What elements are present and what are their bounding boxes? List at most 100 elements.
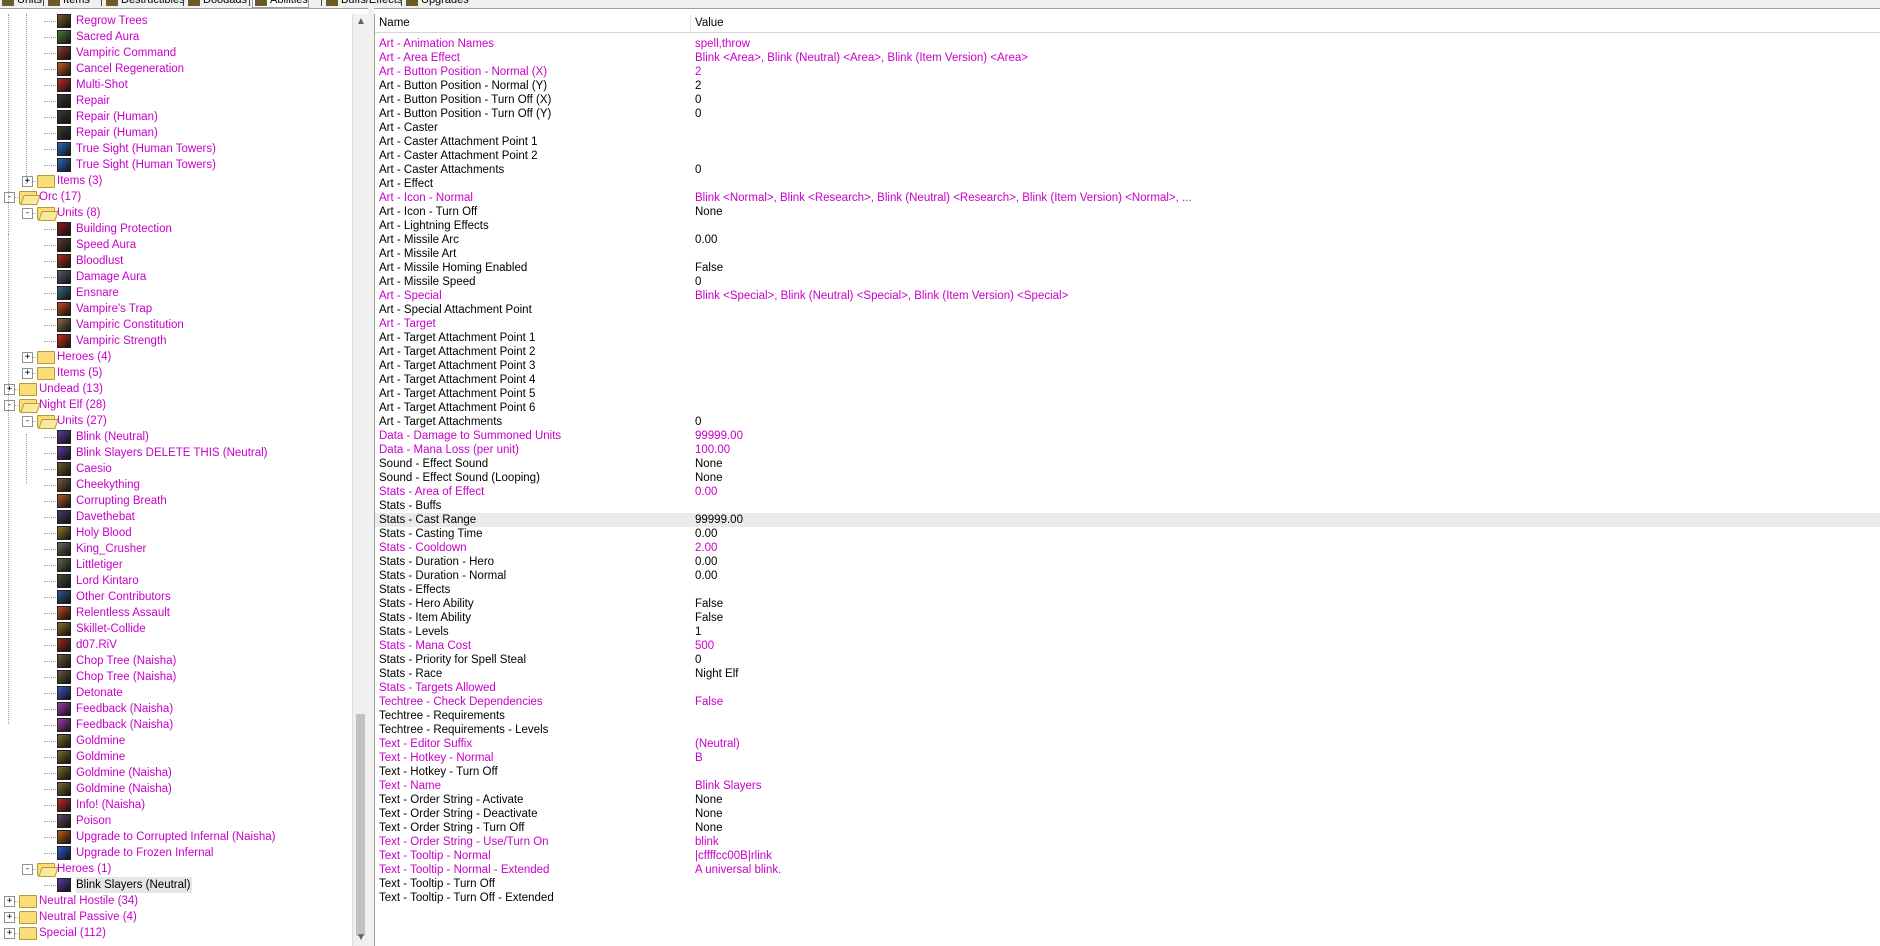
- field-value[interactable]: B: [695, 751, 703, 765]
- collapse-icon[interactable]: -: [4, 192, 15, 203]
- expand-icon[interactable]: +: [4, 896, 15, 907]
- field-grid[interactable]: Name Value Art - Animation Names spell,th…: [374, 14, 1880, 946]
- tree-item[interactable]: Blink Slayers DELETE THIS (Neutral): [76, 445, 268, 461]
- field-row[interactable]: Stats - Mana Cost 500: [375, 639, 1880, 653]
- tree-item[interactable]: Feedback (Naisha): [76, 717, 173, 733]
- tree-item[interactable]: Repair: [76, 93, 110, 109]
- field-row[interactable]: Text - Name Blink Slayers: [375, 779, 1880, 793]
- tree-folder[interactable]: Heroes (1): [57, 861, 111, 877]
- tab-upgrades[interactable]: Upgrades: [404, 0, 469, 7]
- field-value[interactable]: 0: [695, 653, 701, 667]
- field-row[interactable]: Techtree - Requirements - Levels: [375, 723, 1880, 737]
- field-value[interactable]: False: [695, 597, 723, 611]
- field-row[interactable]: Art - Target Attachment Point 1: [375, 331, 1880, 345]
- field-row[interactable]: Stats - Area of Effect 0.00: [375, 485, 1880, 499]
- field-row[interactable]: Sound - Effect Sound (Looping) None: [375, 471, 1880, 485]
- tree-item[interactable]: Repair (Human): [76, 125, 158, 141]
- tree-item[interactable]: Poison: [76, 813, 111, 829]
- expand-icon[interactable]: +: [22, 368, 33, 379]
- field-row[interactable]: Text - Editor Suffix (Neutral): [375, 737, 1880, 751]
- field-row[interactable]: Text - Tooltip - Normal |cffffcc00B|rlink: [375, 849, 1880, 863]
- field-value[interactable]: Blink <Area>, Blink (Neutral) <Area>, Bl…: [695, 51, 1028, 65]
- field-value[interactable]: None: [695, 807, 723, 821]
- tree-folder[interactable]: Heroes (4): [57, 349, 111, 365]
- field-value[interactable]: 0: [695, 93, 701, 107]
- field-row[interactable]: Art - Target Attachment Point 2: [375, 345, 1880, 359]
- tab-buffs-effects[interactable]: Buffs/Effects: [324, 0, 402, 7]
- field-row[interactable]: Art - Caster Attachments 0: [375, 163, 1880, 177]
- tree-item[interactable]: Bloodlust: [76, 253, 123, 269]
- scroll-thumb[interactable]: [356, 714, 365, 936]
- tree-folder[interactable]: Units (8): [57, 205, 100, 221]
- tree-folder[interactable]: Undead (13): [39, 381, 103, 397]
- field-value[interactable]: 2: [695, 79, 701, 93]
- field-value[interactable]: None: [695, 471, 723, 485]
- field-value[interactable]: Blink <Normal>, Blink <Research>, Blink …: [695, 191, 1192, 205]
- field-row[interactable]: Techtree - Requirements: [375, 709, 1880, 723]
- field-value[interactable]: 0: [695, 163, 701, 177]
- field-value[interactable]: 0.00: [695, 527, 717, 541]
- tree-folder[interactable]: Neutral Hostile (34): [39, 893, 138, 909]
- tree-item[interactable]: Vampire's Trap: [76, 301, 152, 317]
- field-row[interactable]: Stats - Levels 1: [375, 625, 1880, 639]
- field-row[interactable]: Art - Missile Art: [375, 247, 1880, 261]
- field-row[interactable]: Art - Icon - Normal Blink <Normal>, Blink…: [375, 191, 1880, 205]
- tree-item[interactable]: True Sight (Human Towers): [76, 157, 216, 173]
- object-tree[interactable]: Regrow Trees Sacred Aura Vampiric Command C…: [0, 14, 352, 946]
- field-value[interactable]: None: [695, 793, 723, 807]
- tree-item[interactable]: Caesio: [76, 461, 112, 477]
- tree-item[interactable]: Vampiric Command: [76, 45, 176, 61]
- field-row[interactable]: Art - Target Attachment Point 5: [375, 387, 1880, 401]
- field-row[interactable]: Text - Order String - Use/Turn On blink: [375, 835, 1880, 849]
- field-row[interactable]: Art - Missile Speed 0: [375, 275, 1880, 289]
- collapse-icon[interactable]: -: [4, 400, 15, 411]
- field-row[interactable]: Stats - Buffs: [375, 499, 1880, 513]
- field-row[interactable]: Stats - Targets Allowed: [375, 681, 1880, 695]
- tree-folder[interactable]: Units (27): [57, 413, 107, 429]
- tree-item[interactable]: Multi-Shot: [76, 77, 128, 93]
- tree-item[interactable]: Feedback (Naisha): [76, 701, 173, 717]
- field-value[interactable]: Night Elf: [695, 667, 738, 681]
- field-row[interactable]: Art - Missile Arc 0.00: [375, 233, 1880, 247]
- scroll-up-arrow[interactable]: ▲: [353, 14, 369, 30]
- field-row[interactable]: Art - Caster Attachment Point 2: [375, 149, 1880, 163]
- field-value[interactable]: 100.00: [695, 443, 730, 457]
- field-value[interactable]: Blink Slayers: [695, 779, 761, 793]
- tree-item[interactable]: Speed Aura: [76, 237, 136, 253]
- field-row[interactable]: Art - Button Position - Turn Off (Y) 0: [375, 107, 1880, 121]
- expand-icon[interactable]: +: [22, 352, 33, 363]
- field-row[interactable]: Data - Damage to Summoned Units 99999.00: [375, 429, 1880, 443]
- collapse-icon[interactable]: -: [22, 864, 33, 875]
- field-row[interactable]: Art - Area Effect Blink <Area>, Blink (Ne…: [375, 51, 1880, 65]
- field-row[interactable]: Stats - Race Night Elf: [375, 667, 1880, 681]
- tree-item[interactable]: Corrupting Breath: [76, 493, 167, 509]
- field-row[interactable]: Art - Caster Attachment Point 1: [375, 135, 1880, 149]
- tree-item[interactable]: Littletiger: [76, 557, 123, 573]
- tree-scrollbar[interactable]: ▲ ▼: [352, 14, 369, 946]
- field-row[interactable]: Stats - Duration - Normal 0.00: [375, 569, 1880, 583]
- field-value[interactable]: 2.00: [695, 541, 717, 555]
- tree-item[interactable]: d07.RiV: [76, 637, 117, 653]
- tree-item[interactable]: Upgrade to Frozen Infernal: [76, 845, 213, 861]
- field-value[interactable]: None: [695, 205, 723, 219]
- tree-item[interactable]: Repair (Human): [76, 109, 158, 125]
- tree-item[interactable]: Chop Tree (Naisha): [76, 669, 176, 685]
- field-row[interactable]: Text - Hotkey - Normal B: [375, 751, 1880, 765]
- tree-item[interactable]: Goldmine (Naisha): [76, 765, 172, 781]
- tree-folder[interactable]: Special (112): [39, 925, 106, 941]
- field-row[interactable]: Art - Button Position - Normal (Y) 2: [375, 79, 1880, 93]
- tree-item[interactable]: Building Protection: [76, 221, 172, 237]
- field-value[interactable]: 500: [695, 639, 714, 653]
- field-row[interactable]: Art - Lightning Effects: [375, 219, 1880, 233]
- field-row[interactable]: Stats - Effects: [375, 583, 1880, 597]
- field-row[interactable]: Art - Target Attachment Point 4: [375, 373, 1880, 387]
- tree-item[interactable]: Damage Aura: [76, 269, 146, 285]
- field-value[interactable]: spell,throw: [695, 37, 750, 51]
- field-value[interactable]: False: [695, 261, 723, 275]
- tab-doodads[interactable]: Doodads: [186, 0, 247, 7]
- tree-item[interactable]: Goldmine (Naisha): [76, 781, 172, 797]
- column-header-value[interactable]: Value: [691, 14, 724, 32]
- tree-item[interactable]: Goldmine: [76, 749, 125, 765]
- field-row[interactable]: Stats - Hero Ability False: [375, 597, 1880, 611]
- tree-item[interactable]: Blink (Neutral): [76, 429, 149, 445]
